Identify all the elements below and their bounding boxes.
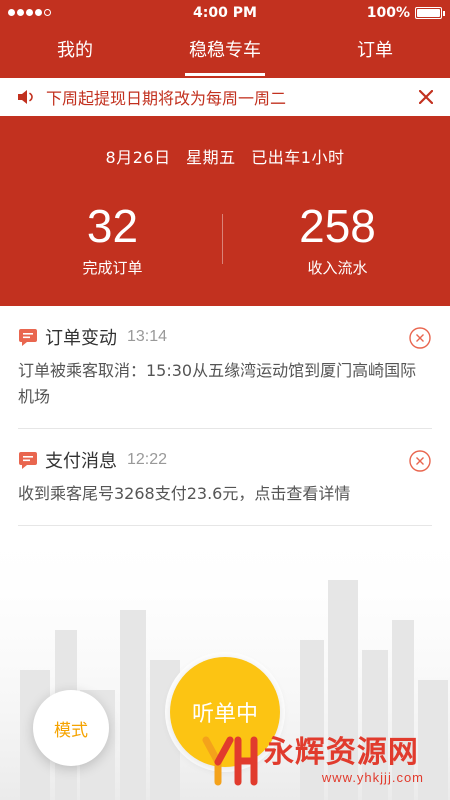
message-time: 13:14 xyxy=(127,328,168,345)
summary-date: 8月26日 xyxy=(105,148,171,167)
battery-percent: 100% xyxy=(366,5,410,21)
summary-duration: 已出车1小时 xyxy=(251,148,345,167)
battery-icon xyxy=(415,7,445,19)
income-label: 收入流水 xyxy=(307,259,368,277)
speaker-icon xyxy=(18,90,33,104)
watermark: 永辉资源网 www.yhkjjj.com xyxy=(202,732,424,788)
notice-bar[interactable]: 下周起提现日期将改为每周一周二 xyxy=(0,78,450,116)
message-item[interactable]: 支付消息 12:22 收到乘客尾号3268支付23.6元，点击查看详情 xyxy=(18,429,432,526)
close-icon xyxy=(419,90,433,104)
message-icon xyxy=(19,329,37,346)
summary-weekday: 星期五 xyxy=(186,148,236,167)
message-title: 支付消息 xyxy=(45,451,117,472)
top-tabs: 我的 稳稳专车 订单 xyxy=(0,26,450,76)
tab-orders[interactable]: 订单 xyxy=(300,26,450,76)
status-bar: 4:00 PM 100% xyxy=(0,0,450,26)
completed-orders-stat[interactable]: 32 完成订单 xyxy=(0,200,225,278)
message-title: 订单变动 xyxy=(45,328,117,349)
watermark-name: 永辉资源网 xyxy=(263,734,419,770)
income-stat[interactable]: 258 收入流水 xyxy=(225,200,450,278)
completed-orders-value: 32 xyxy=(86,200,139,252)
tab-mine[interactable]: 我的 xyxy=(0,26,150,76)
message-list: 订单变动 13:14 订单被乘客取消：15:30从五缘湾运动馆到厦门高崎国际机场… xyxy=(0,306,450,526)
stat-divider xyxy=(222,214,223,264)
watermark-logo-icon xyxy=(202,736,258,786)
mode-button[interactable]: 模式 xyxy=(33,690,109,766)
delete-icon[interactable] xyxy=(408,326,432,350)
watermark-url: www.yhkjjj.com xyxy=(321,769,424,785)
notice-close-button[interactable] xyxy=(408,79,444,115)
work-summary-line: 8月26日 星期五 已出车1小时 xyxy=(0,144,450,168)
message-item[interactable]: 订单变动 13:14 订单被乘客取消：15:30从五缘湾运动馆到厦门高崎国际机场 xyxy=(18,306,432,429)
message-body: 订单被乘客取消：15:30从五缘湾运动馆到厦门高崎国际机场 xyxy=(18,361,417,406)
message-body: 收到乘客尾号3268支付23.6元，点击查看详情 xyxy=(18,484,351,503)
completed-orders-label: 完成订单 xyxy=(82,259,143,277)
notice-text: 下周起提现日期将改为每周一周二 xyxy=(46,89,287,108)
tab-wenwen-car[interactable]: 稳稳专车 xyxy=(150,26,300,76)
message-time: 12:22 xyxy=(127,451,168,468)
message-icon xyxy=(19,452,37,469)
delete-icon[interactable] xyxy=(408,449,432,473)
income-value: 258 xyxy=(299,200,376,252)
